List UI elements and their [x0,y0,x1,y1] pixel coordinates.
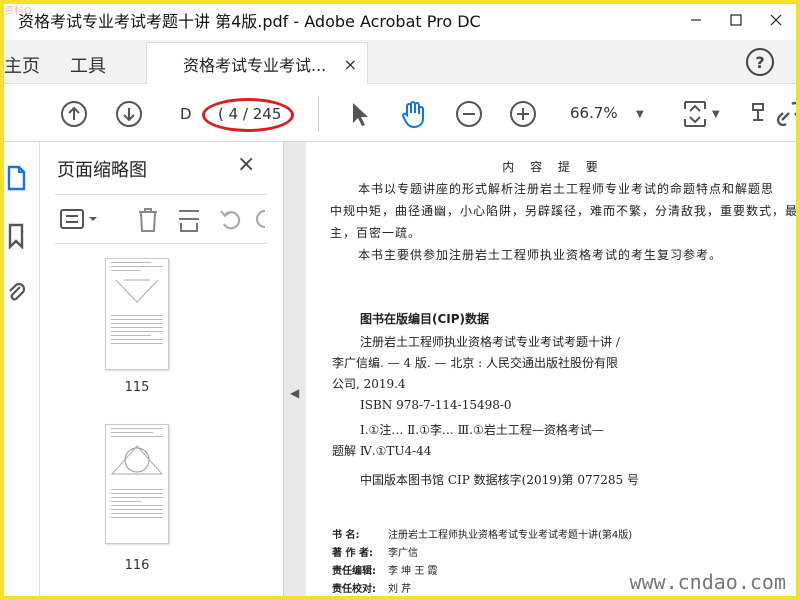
rotate-right-button[interactable] [253,207,267,236]
delete-pages-button[interactable] [137,207,159,238]
thumbnail-panel: 页面缩略图 × 115 116 [41,142,315,600]
zoom-in-button[interactable] [508,99,538,129]
document-tab-label: 资格考试专业考试... [183,55,327,75]
thumbnail-page-115[interactable] [105,258,169,370]
cip-line: 李广信编. — 4 版. — 北京 : 人民交通出版社股份有限 [332,356,619,370]
toolbar [0,85,800,142]
options-menu-button[interactable] [59,207,101,236]
cip-line: 注册岩土工程师执业资格考试专业考试考题十讲 / [360,335,620,349]
page-navigation: D ( 4 / 245 [172,98,294,132]
site-watermark: www.cndao.com [629,570,786,594]
document-page: 内 容 提 要 本书以专题讲座的形式解析注册岩土工程师专业考试的命题特点和解题思… [306,142,800,600]
paperclip-icon [9,282,26,301]
insert-page-icon [179,210,199,232]
meta-row: 著 作 者: 李广信 [332,548,418,559]
zoom-in-icon [510,101,536,127]
fit-dropdown-icon[interactable]: ▼ [712,109,720,120]
select-tool-button[interactable] [344,99,374,129]
page-number-input[interactable]: D [180,105,192,123]
diagram-thumbnail-icon [115,279,159,303]
highlight-oval [202,98,294,132]
rotate-ccw-icon [220,210,241,230]
arrow-down-circle-icon [116,101,142,127]
list-options-icon [60,209,97,229]
help-button[interactable]: ? [746,48,774,76]
intro-line: 本书主要供参加注册岩土工程师执业资格考试的考生复习参考。 [358,248,723,262]
hand-tool-button[interactable] [398,99,428,129]
toolbar-divider [318,96,319,132]
document-tab[interactable]: 资格考试专业考试... × [146,42,368,84]
meta-row: 责任编辑: 李 坤 王 霞 [332,566,438,577]
extract-pages-button[interactable] [177,207,201,238]
thumbnail-label: 115 [124,380,150,395]
close-tab-button[interactable]: × [344,55,357,74]
annotation-tool-button[interactable] [745,99,775,129]
title-bar: 资料Q 资格考试专业考试考题十讲 第4版.pdf - Adobe Acrobat… [0,0,800,40]
panel-toolbar [55,194,267,244]
intro-line: 主，百密一疏。 [330,226,422,240]
panel-title: 页面缩略图 [57,160,147,181]
cip-line: 题解 Ⅳ.①TU4-44 [332,444,432,458]
thumbnail-list: 115 116 [55,252,267,600]
rotate-cw-icon [255,209,266,229]
summary-heading: 内 容 提 要 [502,160,604,174]
zoom-level-field[interactable]: 66.7% [570,104,618,122]
attachments-tab[interactable] [4,278,28,306]
cip-line: 中国版本图书馆 CIP 数据核字(2019)第 077285 号 [360,473,639,487]
bookmarks-tab[interactable] [4,222,28,250]
hand-icon [402,101,424,129]
cip-line: 公司, 2019.4 [332,377,406,391]
cip-line: Ⅰ.①注… Ⅱ.①李… Ⅲ.①岩土工程—资格考试— [360,423,604,437]
pages-icon [7,165,26,191]
rotate-left-button[interactable] [219,207,243,236]
diagram-thumbnail-icon [110,445,164,475]
document-view[interactable]: 内 容 提 要 本书以专题讲座的形式解析注册岩土工程师专业考试的命题特点和解题思… [306,142,800,600]
thumbnail-label: 116 [124,558,150,573]
bookmark-icon [8,223,24,249]
cip-heading: 图书在版编目(CIP)数据 [360,312,490,326]
minimize-button[interactable] [676,0,716,40]
tab-row: 主页 工具 资格考试专业考试... × ? [0,40,800,84]
cip-line: ISBN 978-7-114-15498-0 [360,398,512,412]
page-thumbnails-tab[interactable] [4,164,28,192]
pointer-icon [353,103,368,126]
intro-line: 本书以专题讲座的形式解析注册岩土工程师专业考试的命题特点和解题思 [358,182,775,196]
nav-home[interactable]: 主页 [4,52,40,78]
collapse-panel-icon[interactable]: ◀ [290,386,299,400]
trash-icon [139,208,157,232]
page-fit-button[interactable] [680,99,710,129]
link-icon [776,101,800,127]
zoom-out-icon [456,101,482,127]
zoom-out-button[interactable] [454,99,484,129]
panel-close-button[interactable]: × [237,152,255,177]
maximize-button[interactable] [716,0,756,40]
link-tool-button[interactable] [774,99,800,129]
panel-splitter[interactable]: ◀ [284,142,306,600]
zoom-dropdown-icon[interactable]: ▼ [636,109,644,120]
arrow-up-circle-icon [61,101,87,127]
previous-page-button[interactable] [59,99,89,129]
stamp-icon [752,103,764,121]
close-window-button[interactable] [756,0,796,40]
intro-line: 中规中矩，曲径通幽，小心陷阱，另辟蹊径，难而不繁，分清敌我，重要数式，最大 [330,204,800,218]
side-rail [0,142,40,600]
nav-tools[interactable]: 工具 [70,52,106,78]
fit-page-icon [684,101,706,127]
next-page-button[interactable] [114,99,144,129]
meta-row: 责任校对: 刘 芹 [332,584,412,595]
meta-row: 书 名: 注册岩土工程师执业资格考试专业考试考题十讲(第4版) [332,530,633,541]
thumbnail-page-116[interactable] [105,424,169,544]
window-title: 资格考试专业考试考题十讲 第4版.pdf - Adobe Acrobat Pro… [18,12,481,31]
corner-watermark: 资料Q [4,6,32,17]
